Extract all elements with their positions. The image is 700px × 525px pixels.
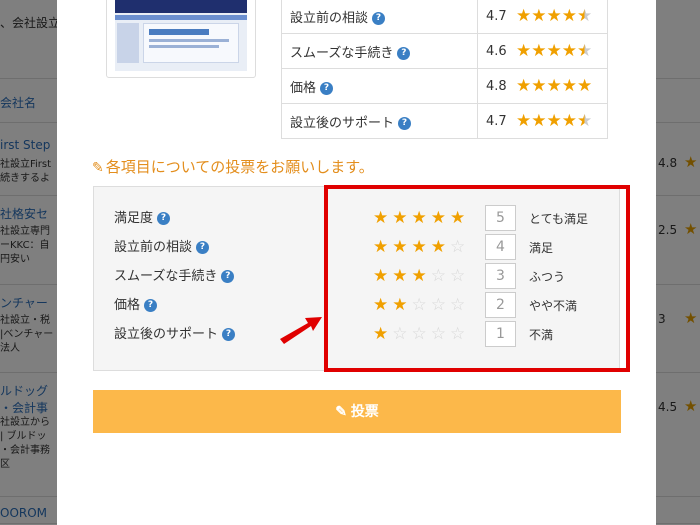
help-icon[interactable]: ? [221, 270, 235, 283]
summary-label: スムーズな手続き [290, 45, 394, 61]
star-icon: ★ [516, 5, 532, 26]
help-icon[interactable]: ? [222, 328, 236, 341]
company-site-thumbnail [106, 0, 256, 78]
star-icon: ★ [531, 5, 547, 26]
star-icon: ★ [531, 75, 547, 96]
star-icon: ★ [577, 110, 593, 131]
help-icon[interactable]: ? [397, 46, 411, 60]
star-icon: ★ [577, 40, 593, 61]
help-icon[interactable]: ? [320, 81, 334, 95]
star-icon: ★ [546, 110, 562, 131]
pencil-square-icon: ✎ [335, 403, 351, 419]
summary-score: 4.7 [486, 113, 507, 129]
star-icon: ★ [546, 5, 562, 26]
summary-row: 価格? 4.8 ★★★★★ [281, 68, 608, 104]
star-icon: ★ [531, 40, 547, 61]
help-icon[interactable]: ? [398, 116, 412, 130]
vote-item-text: 満足度 [114, 211, 154, 226]
star-icon: ★ [561, 110, 577, 131]
star-icon: ★ [577, 75, 593, 96]
vote-item-text: スムーズな手続き [114, 269, 218, 284]
help-icon[interactable]: ? [196, 241, 210, 254]
star-icon: ★ [561, 5, 577, 26]
summary-row: 設立前の相談? 4.7 ★★★★★ [281, 0, 608, 34]
summary-score: 4.6 [486, 43, 507, 59]
star-icon: ★ [546, 75, 562, 96]
vote-item-label: 設立後のサポート? [114, 323, 236, 352]
vote-item-text: 価格 [114, 298, 141, 313]
summary-score: 4.7 [486, 8, 507, 24]
summary-row: 設立後のサポート? 4.7 ★★★★★ [281, 103, 608, 139]
vote-submit-button[interactable]: ✎ 投票 [93, 390, 621, 433]
star-icon: ★ [577, 5, 593, 26]
summary-label: 設立前の相談 [290, 10, 369, 26]
star-icon: ★ [531, 110, 547, 131]
vote-item-label: 価格? [114, 294, 235, 323]
vote-item-label: スムーズな手続き? [114, 265, 235, 294]
highlight-box [324, 185, 630, 372]
pencil-square-icon: ✎ [92, 160, 104, 176]
star-icon: ★ [516, 40, 532, 61]
help-icon[interactable]: ? [157, 212, 171, 225]
rating-summary-table: 設立前の相談? 4.7 ★★★★★ スムーズな手続き? 4.6 ★★★★★ 価格? 4.8 ★★… [281, 0, 608, 139]
star-icon: ★ [516, 110, 532, 131]
vote-prompt: ✎ 各項目についての投票をお願いします。 [92, 156, 374, 177]
vote-item-text: 設立後のサポート [114, 327, 219, 342]
star-icon: ★ [561, 75, 577, 96]
vote-modal: 設立前の相談? 4.7 ★★★★★ スムーズな手続き? 4.6 ★★★★★ 価格? 4.8 ★★… [57, 0, 656, 525]
star-icon: ★ [546, 40, 562, 61]
star-icon: ★ [516, 75, 532, 96]
star-icon: ★ [561, 40, 577, 61]
vote-item-label: 満足度? [114, 207, 235, 236]
red-arrow-icon [280, 317, 322, 344]
vote-item-text: 設立前の相談 [114, 240, 193, 255]
summary-label: 価格 [290, 80, 317, 96]
help-icon[interactable]: ? [144, 299, 158, 312]
summary-score: 4.8 [486, 78, 507, 94]
summary-row: スムーズな手続き? 4.6 ★★★★★ [281, 33, 608, 69]
vote-item-label: 設立前の相談? [114, 236, 235, 265]
help-icon[interactable]: ? [372, 11, 386, 25]
summary-label: 設立後のサポート [290, 115, 395, 131]
vote-submit-label: 投票 [350, 403, 379, 419]
vote-prompt-text: 各項目についての投票をお願いします。 [105, 158, 374, 176]
